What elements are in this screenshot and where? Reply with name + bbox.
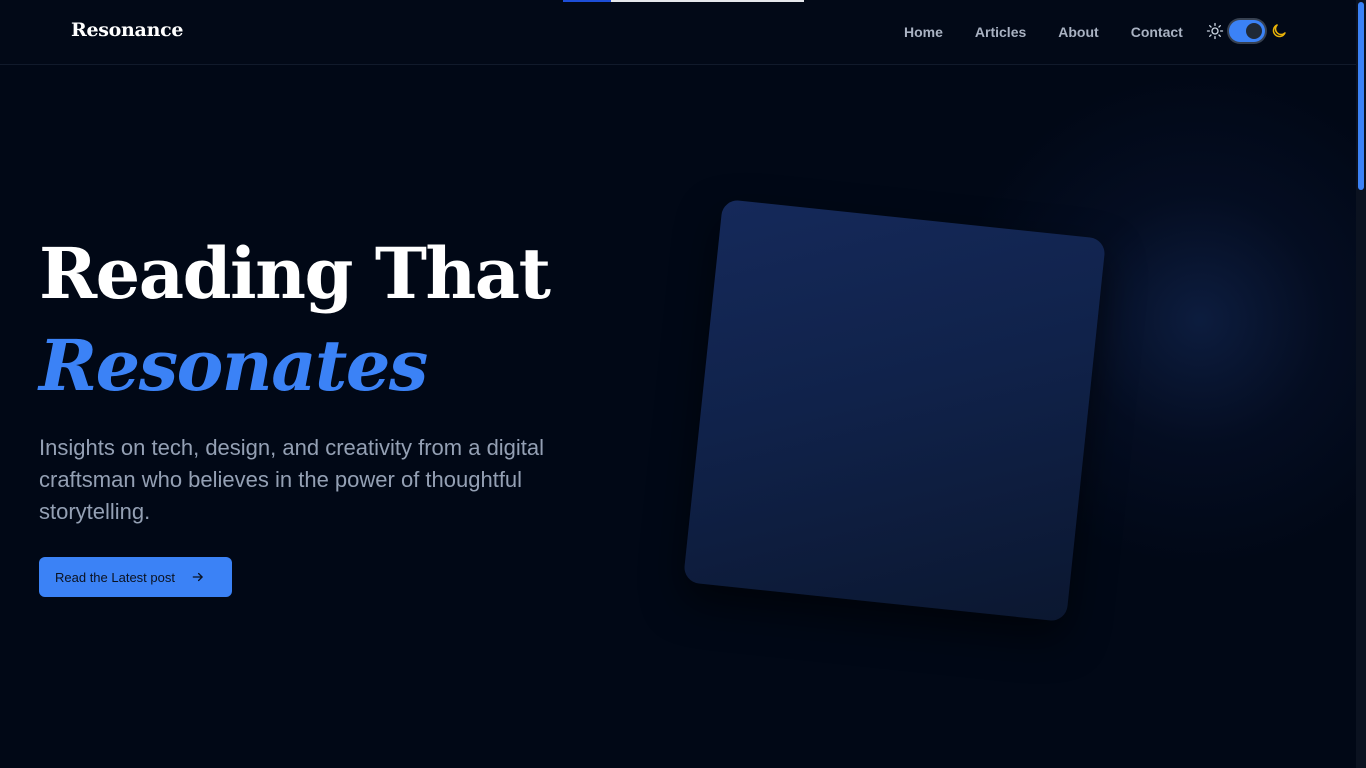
main-nav: Home Articles About Contact <box>904 24 1183 40</box>
theme-toggle <box>1206 20 1288 42</box>
arrow-right-icon <box>192 572 203 582</box>
site-header: Resonance Home Articles About Contact <box>0 0 1356 65</box>
hero-feature-card <box>682 198 1107 623</box>
hero-subtitle: Insights on tech, design, and creativity… <box>39 435 545 524</box>
nav-link-home[interactable]: Home <box>904 24 943 40</box>
read-latest-post-button[interactable]: Read the Latest post <box>39 557 232 597</box>
moon-icon <box>1272 24 1286 38</box>
hero-title-accent: Resonates <box>39 324 428 407</box>
hero-title: Reading That Resonates <box>39 228 551 412</box>
read-latest-post-label: Read the Latest post <box>55 569 175 585</box>
nav-link-about[interactable]: About <box>1058 24 1098 40</box>
theme-switch-knob <box>1246 23 1262 39</box>
scrollbar-thumb[interactable] <box>1358 2 1364 190</box>
theme-switch[interactable] <box>1229 20 1265 42</box>
reading-progress-bar <box>563 0 804 2</box>
sun-icon <box>1206 22 1224 40</box>
brand-logo[interactable]: Resonance <box>71 19 183 41</box>
page: Resonance Home Articles About Contact Re… <box>0 0 1366 768</box>
reading-progress-fill <box>563 0 612 2</box>
nav-link-contact[interactable]: Contact <box>1131 24 1183 40</box>
nav-link-articles[interactable]: Articles <box>975 24 1026 40</box>
hero-title-line1: Reading That <box>39 232 551 315</box>
page-scrollbar[interactable] <box>1356 0 1366 768</box>
